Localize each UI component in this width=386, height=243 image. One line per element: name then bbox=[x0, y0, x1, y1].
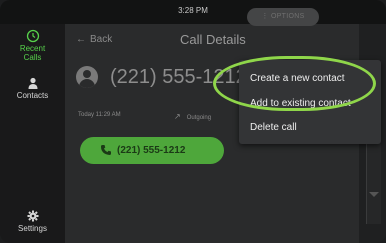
sidebar-item-label: Recent Calls bbox=[19, 44, 46, 62]
highlight-ellipse bbox=[213, 56, 376, 111]
scroll-down-icon[interactable] bbox=[369, 192, 379, 197]
app-window: 3:28 PM Recent Calls Contacts Settings ←… bbox=[0, 0, 386, 243]
clock-icon bbox=[26, 29, 39, 43]
back-label: Back bbox=[90, 34, 113, 45]
person-icon bbox=[28, 77, 37, 89]
back-arrow-icon: ← bbox=[76, 34, 86, 45]
status-time: 3:28 PM bbox=[178, 6, 208, 15]
menu-item-delete-call[interactable]: Delete call bbox=[250, 122, 297, 133]
sidebar-item-contacts[interactable]: Contacts bbox=[0, 76, 65, 100]
avatar bbox=[76, 66, 98, 88]
header: ← Back Call Details bbox=[66, 24, 359, 58]
page-title: Call Details bbox=[180, 32, 246, 47]
outgoing-arrow-icon: ↗ bbox=[174, 112, 181, 121]
status-bar: 3:28 PM bbox=[0, 0, 386, 24]
sidebar-item-label: Contacts bbox=[16, 91, 49, 100]
call-direction: ↗ Outgoing bbox=[174, 112, 212, 121]
call-time: Today 11:29 AM bbox=[78, 112, 121, 118]
options-button[interactable]: ⋮ OPTIONS bbox=[247, 8, 319, 26]
sidebar-item-settings[interactable]: Settings bbox=[0, 209, 65, 233]
phone-icon bbox=[101, 145, 111, 155]
call-button[interactable]: (221) 555-1212 bbox=[80, 137, 224, 164]
gear-icon bbox=[27, 210, 38, 222]
sidebar-item-recent-calls[interactable]: Recent Calls bbox=[0, 29, 65, 62]
call-button-label: (221) 555-1212 bbox=[117, 145, 186, 156]
sidebar-item-label: Settings bbox=[18, 224, 47, 233]
sidebar: Recent Calls Contacts Settings bbox=[0, 24, 66, 243]
back-button[interactable]: ← Back bbox=[76, 34, 112, 45]
